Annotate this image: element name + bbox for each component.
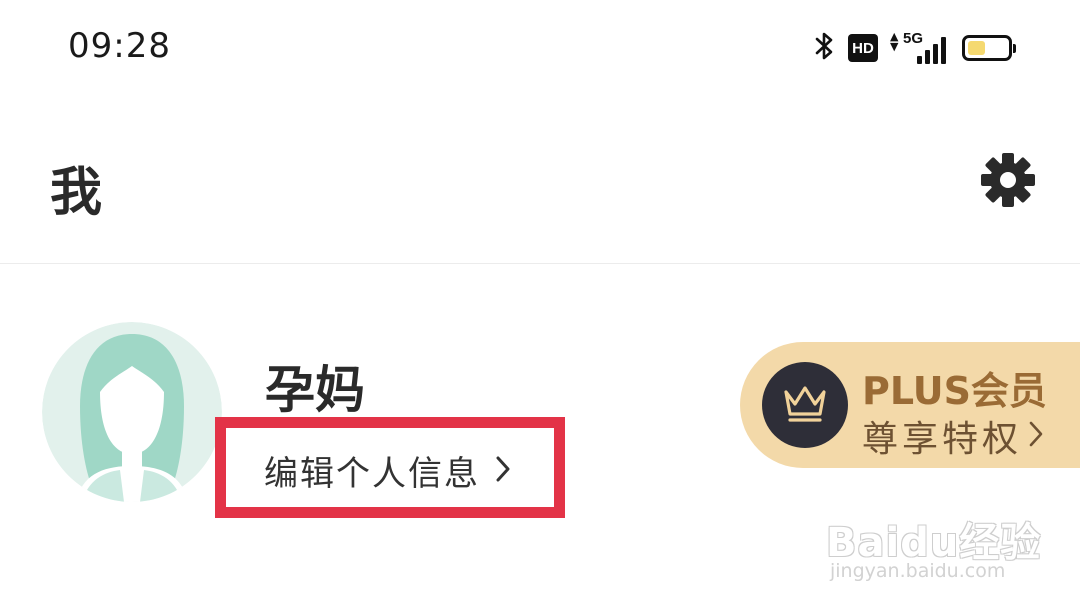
nickname: 孕妈	[265, 361, 365, 419]
plus-membership-card[interactable]: PLUS会员 尊享特权	[740, 342, 1080, 468]
gear-icon	[980, 152, 1036, 212]
header-divider	[0, 263, 1080, 264]
crown-icon	[780, 382, 830, 428]
battery-fill	[968, 41, 986, 55]
hd-icon: HD	[848, 34, 878, 62]
baidu-watermark: Baidu经验 jingyan.baidu.com	[826, 498, 1040, 588]
settings-button[interactable]	[978, 152, 1038, 212]
watermark-url: jingyan.baidu.com	[830, 560, 1006, 582]
battery-icon	[962, 35, 1016, 61]
plus-subtitle: 尊享特权	[862, 419, 1023, 460]
plus-subtitle-row: 尊享特权	[862, 410, 1044, 462]
plus-title: PLUS会员	[862, 369, 1047, 413]
edit-profile-label: 编辑个人信息	[264, 454, 480, 494]
female-avatar-icon	[42, 322, 222, 502]
status-icons: HD ▲ ▼ 5G	[814, 28, 1016, 68]
signal-5g-icon: ▲ ▼ 5G	[890, 30, 946, 66]
crown-badge	[762, 362, 848, 448]
chevron-right-icon	[1028, 416, 1044, 457]
page-title: 我	[50, 163, 103, 223]
status-time: 09:28	[68, 26, 171, 66]
avatar[interactable]	[42, 322, 222, 502]
chevron-right-icon	[494, 454, 512, 488]
bluetooth-icon	[814, 30, 836, 66]
edit-profile-link[interactable]: 编辑个人信息	[264, 446, 512, 495]
